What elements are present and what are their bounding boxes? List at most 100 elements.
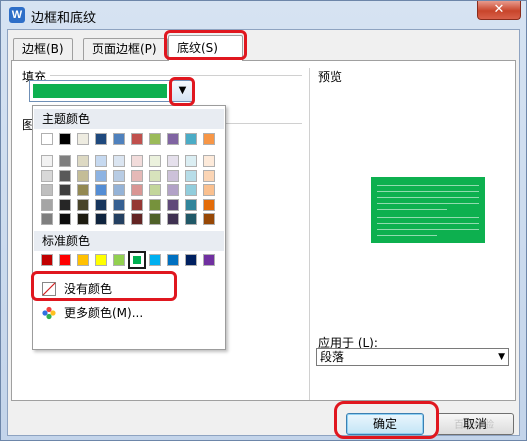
preview-text-line <box>377 203 479 204</box>
theme-color-swatch[interactable] <box>59 133 71 145</box>
preview-text-line <box>377 217 479 218</box>
theme-colors-header: 主题颜色 <box>34 109 224 129</box>
watermark-text: 百度经验 <box>454 420 494 431</box>
more-colors-label: 更多颜色(M)... <box>64 306 144 320</box>
title-bar[interactable]: W 边框和底纹 ✕ <box>1 1 526 29</box>
theme-shade-swatch[interactable] <box>131 184 143 196</box>
theme-shade-swatch[interactable] <box>41 169 53 182</box>
theme-shade-swatch[interactable] <box>185 169 197 182</box>
theme-shade-swatch[interactable] <box>131 213 143 225</box>
theme-shade-swatch[interactable] <box>131 155 143 167</box>
theme-shade-swatch[interactable] <box>203 198 215 211</box>
theme-shade-swatch[interactable] <box>77 213 89 225</box>
theme-shade-swatch[interactable] <box>167 155 179 167</box>
theme-shade-swatch[interactable] <box>149 198 161 211</box>
theme-shade-swatch[interactable] <box>113 184 125 196</box>
theme-shade-swatch[interactable] <box>149 169 161 182</box>
preview-text-line <box>377 185 479 186</box>
annotation-highlight-dropdown-arrow <box>169 77 195 106</box>
tab-borders[interactable]: 边框(B) <box>13 38 73 60</box>
theme-shade-swatch[interactable] <box>131 169 143 182</box>
theme-shade-swatch[interactable] <box>203 169 215 182</box>
standard-color-swatch[interactable] <box>59 254 71 266</box>
fill-color-swatch <box>33 84 167 98</box>
preview-shading-sample <box>371 177 485 243</box>
more-colors-option[interactable]: 更多颜色(M)... <box>34 301 224 325</box>
preview-text-line <box>377 235 437 236</box>
theme-color-swatch[interactable] <box>185 133 197 145</box>
theme-shade-swatch[interactable] <box>149 155 161 167</box>
theme-shade-swatch[interactable] <box>95 184 107 196</box>
theme-shade-swatch[interactable] <box>59 155 71 167</box>
theme-shade-swatch[interactable] <box>185 155 197 167</box>
apply-to-select[interactable]: 段落 ▼ <box>316 348 509 366</box>
theme-shade-swatch[interactable] <box>77 155 89 167</box>
theme-color-swatch[interactable] <box>77 133 89 145</box>
preview-text-line <box>377 209 447 210</box>
vertical-separator <box>309 68 310 400</box>
theme-shade-swatch[interactable] <box>41 184 53 196</box>
theme-shade-swatch[interactable] <box>131 198 143 211</box>
standard-color-swatch[interactable] <box>203 254 215 266</box>
theme-shade-swatch[interactable] <box>59 184 71 196</box>
theme-shade-swatch[interactable] <box>95 198 107 211</box>
theme-shade-swatch[interactable] <box>59 213 71 225</box>
theme-shade-swatch[interactable] <box>95 169 107 182</box>
theme-shade-swatch[interactable] <box>149 213 161 225</box>
theme-shade-swatch[interactable] <box>185 213 197 225</box>
standard-color-swatch[interactable] <box>185 254 197 266</box>
theme-color-swatch[interactable] <box>131 133 143 145</box>
theme-color-swatch[interactable] <box>149 133 161 145</box>
standard-color-swatch[interactable] <box>95 254 107 266</box>
tab-page-border[interactable]: 页面边框(P) <box>83 38 168 60</box>
theme-shade-swatch[interactable] <box>167 213 179 225</box>
theme-shade-swatch[interactable] <box>203 184 215 196</box>
theme-shade-swatch[interactable] <box>95 155 107 167</box>
theme-shade-swatch[interactable] <box>203 213 215 225</box>
theme-color-swatch[interactable] <box>41 133 53 145</box>
annotation-highlight-shading-tab <box>164 30 247 60</box>
theme-shade-swatch[interactable] <box>77 169 89 182</box>
theme-shade-swatch[interactable] <box>149 184 161 196</box>
theme-shade-swatch[interactable] <box>167 169 179 182</box>
preview-text-line <box>377 229 479 230</box>
theme-shade-swatch[interactable] <box>113 213 125 225</box>
theme-shade-swatch[interactable] <box>41 213 53 225</box>
theme-color-swatch[interactable] <box>167 133 179 145</box>
theme-shade-swatch[interactable] <box>41 198 53 211</box>
preview-text-line <box>377 191 479 192</box>
theme-color-swatch[interactable] <box>95 133 107 145</box>
color-picker-dropdown: 主题颜色 标准颜色 没有颜色 更多颜色(M)... <box>32 105 226 350</box>
standard-color-swatch[interactable] <box>167 254 179 266</box>
theme-shade-swatch[interactable] <box>113 198 125 211</box>
standard-color-swatch[interactable] <box>41 254 53 266</box>
theme-shade-swatch[interactable] <box>95 213 107 225</box>
standard-color-swatch[interactable] <box>113 254 125 266</box>
theme-shade-swatch[interactable] <box>113 155 125 167</box>
theme-shade-swatch[interactable] <box>77 184 89 196</box>
apply-to-value: 段落 <box>320 350 345 364</box>
theme-color-swatch[interactable] <box>113 133 125 145</box>
theme-shade-swatch[interactable] <box>185 198 197 211</box>
theme-shade-swatch[interactable] <box>41 155 53 167</box>
theme-shade-swatch[interactable] <box>59 198 71 211</box>
standard-color-swatch[interactable] <box>149 254 161 266</box>
theme-shade-swatch[interactable] <box>77 198 89 211</box>
theme-color-swatch[interactable] <box>203 133 215 145</box>
wps-writer-icon: W <box>9 7 25 23</box>
dialog-title: 边框和底纹 <box>31 11 97 26</box>
theme-shade-swatch[interactable] <box>203 155 215 167</box>
annotation-highlight-no-color <box>31 271 177 301</box>
preview-text-line <box>377 197 479 198</box>
preview-label: 预览 <box>318 70 343 84</box>
annotation-highlight-ok-button <box>334 401 439 439</box>
theme-shade-swatch[interactable] <box>167 184 179 196</box>
close-button[interactable]: ✕ <box>477 1 521 20</box>
theme-shade-swatch[interactable] <box>167 198 179 211</box>
theme-shade-swatch[interactable] <box>185 184 197 196</box>
color-palette-icon <box>42 306 56 320</box>
standard-color-swatch[interactable] <box>77 254 89 266</box>
standard-color-swatch[interactable] <box>128 251 146 269</box>
theme-shade-swatch[interactable] <box>113 169 125 182</box>
theme-shade-swatch[interactable] <box>59 169 71 182</box>
